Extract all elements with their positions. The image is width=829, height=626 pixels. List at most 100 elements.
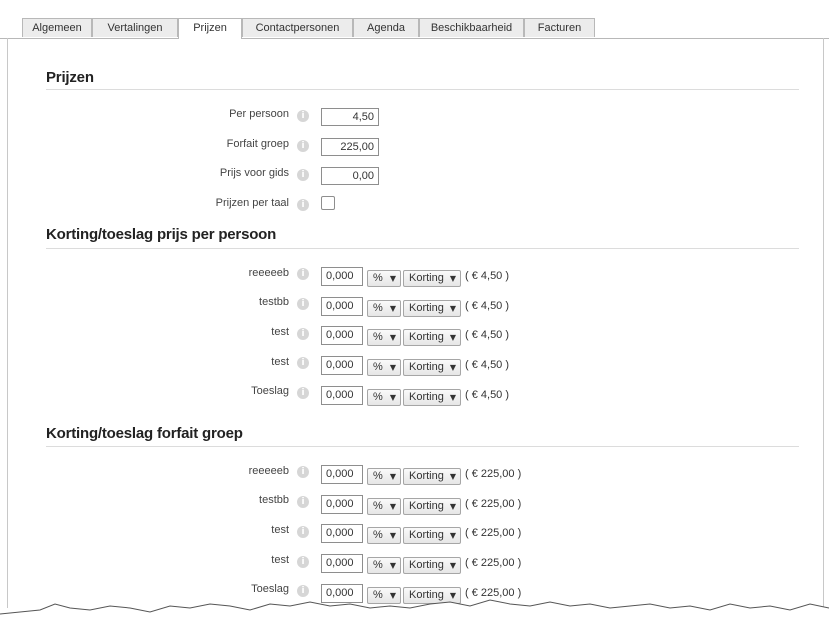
discount-row-label: testbb [259, 494, 289, 506]
info-icon[interactable]: i [297, 526, 309, 538]
discount-value-input[interactable]: 0,000 [321, 524, 363, 543]
chevron-down-icon: ▼ [389, 472, 396, 481]
info-icon[interactable]: i [297, 387, 309, 399]
section-title-prijzen: Prijzen [46, 69, 94, 86]
discount-amount: ( € 4,50 ) [465, 389, 510, 401]
tab-facturen[interactable]: Facturen [524, 18, 595, 37]
chevron-down-icon: ▼ [389, 561, 396, 570]
chevron-down-icon: ▼ [389, 274, 396, 283]
discount-type-select[interactable]: Korting ▼ [403, 389, 461, 406]
per-persoon-input[interactable]: 4,50 [321, 108, 379, 126]
discount-row-label: reeeeeb [248, 267, 289, 279]
discount-row-label: reeeeeb [248, 465, 289, 477]
discount-type-value: Korting [409, 331, 444, 343]
discount-row-label: test [271, 326, 289, 338]
discount-amount: ( € 225,00 ) [465, 557, 522, 569]
tab-agenda[interactable]: Agenda [353, 18, 419, 37]
chevron-down-icon: ▼ [449, 304, 456, 313]
discount-unit-select[interactable]: % ▼ [367, 557, 401, 574]
info-icon[interactable]: i [297, 496, 309, 508]
chevron-down-icon: ▼ [389, 363, 396, 372]
forfait-groep-input[interactable]: 225,00 [321, 138, 379, 156]
tab-beschikbaarheid[interactable]: Beschikbaarheid [419, 18, 524, 37]
info-icon[interactable]: i [297, 169, 309, 181]
tab-panel [7, 38, 824, 608]
discount-value-input[interactable]: 0,000 [321, 297, 363, 316]
section-divider [46, 446, 799, 447]
discount-unit-value: % [373, 272, 383, 284]
chevron-down-icon: ▼ [389, 393, 396, 402]
discount-row-label: Toeslag [251, 385, 289, 397]
chevron-down-icon: ▼ [449, 274, 456, 283]
discount-type-value: Korting [409, 361, 444, 373]
discount-amount: ( € 225,00 ) [465, 468, 522, 480]
discount-type-value: Korting [409, 529, 444, 541]
prijs-voor-gids-label: Prijs voor gids [219, 167, 289, 179]
info-icon[interactable]: i [297, 268, 309, 280]
per-persoon-label: Per persoon [229, 108, 289, 120]
tab-algemeen[interactable]: Algemeen [22, 18, 92, 37]
discount-unit-select[interactable]: % ▼ [367, 468, 401, 485]
chevron-down-icon: ▼ [389, 333, 396, 342]
discount-value-input[interactable]: 0,000 [321, 267, 363, 286]
discount-type-select[interactable]: Korting ▼ [403, 468, 461, 485]
discount-amount: ( € 4,50 ) [465, 270, 510, 282]
chevron-down-icon: ▼ [449, 393, 456, 402]
discount-unit-value: % [373, 361, 383, 373]
discount-value-input[interactable]: 0,000 [321, 465, 363, 484]
discount-value-input[interactable]: 0,000 [321, 495, 363, 514]
discount-amount: ( € 4,50 ) [465, 329, 510, 341]
info-icon[interactable]: i [297, 140, 309, 152]
discount-unit-select[interactable]: % ▼ [367, 359, 401, 376]
discount-value-input[interactable]: 0,000 [321, 356, 363, 375]
discount-unit-select[interactable]: % ▼ [367, 498, 401, 515]
chevron-down-icon: ▼ [449, 363, 456, 372]
discount-unit-value: % [373, 302, 383, 314]
discount-row-label: test [271, 356, 289, 368]
forfait-groep-label: Forfait groep [226, 138, 289, 150]
discount-unit-select[interactable]: % ▼ [367, 300, 401, 317]
info-icon[interactable]: i [297, 199, 309, 211]
discount-type-select[interactable]: Korting ▼ [403, 527, 461, 544]
info-icon[interactable]: i [297, 328, 309, 340]
info-icon[interactable]: i [297, 357, 309, 369]
chevron-down-icon: ▼ [449, 472, 456, 481]
chevron-down-icon: ▼ [389, 304, 396, 313]
discount-type-select[interactable]: Korting ▼ [403, 498, 461, 515]
section-title-korting-persoon: Korting/toeslag prijs per persoon [46, 226, 277, 243]
chevron-down-icon: ▼ [449, 531, 456, 540]
discount-row-label: test [271, 554, 289, 566]
discount-type-value: Korting [409, 500, 444, 512]
discount-unit-value: % [373, 331, 383, 343]
chevron-down-icon: ▼ [389, 531, 396, 540]
tab-vertalingen[interactable]: Vertalingen [92, 18, 178, 37]
chevron-down-icon: ▼ [389, 502, 396, 511]
info-icon[interactable]: i [297, 298, 309, 310]
tab-contactpersonen[interactable]: Contactpersonen [242, 18, 353, 37]
discount-row-label: testbb [259, 296, 289, 308]
chevron-down-icon: ▼ [449, 561, 456, 570]
discount-type-select[interactable]: Korting ▼ [403, 557, 461, 574]
discount-amount: ( € 4,50 ) [465, 300, 510, 312]
discount-unit-value: % [373, 470, 383, 482]
discount-value-input[interactable]: 0,000 [321, 326, 363, 345]
discount-unit-select[interactable]: % ▼ [367, 527, 401, 544]
discount-type-select[interactable]: Korting ▼ [403, 329, 461, 346]
discount-value-input[interactable]: 0,000 [321, 386, 363, 405]
discount-type-value: Korting [409, 302, 444, 314]
discount-type-select[interactable]: Korting ▼ [403, 270, 461, 287]
tab-prijzen[interactable]: Prijzen [178, 18, 242, 39]
discount-unit-select[interactable]: % ▼ [367, 329, 401, 346]
discount-type-select[interactable]: Korting ▼ [403, 359, 461, 376]
info-icon[interactable]: i [297, 110, 309, 122]
discount-unit-select[interactable]: % ▼ [367, 389, 401, 406]
prijs-voor-gids-input[interactable]: 0,00 [321, 167, 379, 185]
discount-unit-select[interactable]: % ▼ [367, 270, 401, 287]
info-icon[interactable]: i [297, 556, 309, 568]
info-icon[interactable]: i [297, 466, 309, 478]
discount-amount: ( € 225,00 ) [465, 527, 522, 539]
discount-type-select[interactable]: Korting ▼ [403, 300, 461, 317]
section-divider [46, 89, 799, 90]
discount-value-input[interactable]: 0,000 [321, 554, 363, 573]
prijzen-per-taal-checkbox[interactable] [321, 196, 335, 210]
